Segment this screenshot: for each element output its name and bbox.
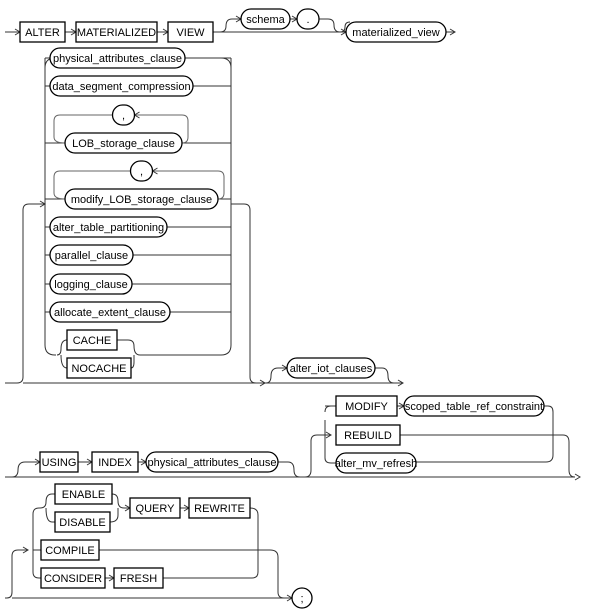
schema-node: schema bbox=[240, 8, 291, 30]
connector-line bbox=[220, 57, 232, 69]
physical-attributes-clause-node-label: physical_attributes_clause bbox=[147, 457, 276, 469]
keyword-cache: CACHE bbox=[66, 329, 118, 351]
keyword-index-label: INDEX bbox=[98, 457, 132, 469]
connector-line bbox=[324, 405, 332, 413]
connector-line bbox=[109, 508, 119, 523]
keyword-alter: ALTER bbox=[19, 21, 66, 43]
keyword-alter-label: ALTER bbox=[25, 27, 60, 39]
option-allocate-extent-clause-label: allocate_extent_clause bbox=[54, 307, 166, 319]
option-logging-clause: logging_clause bbox=[49, 273, 133, 295]
keyword-nocache-label: NOCACHE bbox=[71, 363, 126, 375]
option-physical-attributes-clause: physical_attributes_clause bbox=[49, 47, 186, 69]
option-lob-storage-clause: LOB_storage_clause bbox=[64, 132, 183, 154]
option-data-segment-compression: data_segment_compression bbox=[49, 75, 194, 97]
connector-line bbox=[117, 339, 141, 356]
connector-line bbox=[278, 461, 301, 478]
materialized-view-node-label: materialized_view bbox=[352, 27, 439, 39]
keyword-using: USING bbox=[39, 451, 79, 473]
keyword-consider-label: CONSIDER bbox=[44, 573, 102, 585]
schema-node-label: schema bbox=[246, 14, 285, 26]
dot-separator-label: . bbox=[306, 14, 309, 26]
connector-line bbox=[56, 339, 68, 356]
alter-iot-clauses-node-label: alter_iot_clauses bbox=[290, 363, 373, 375]
keyword-compile: COMPILE bbox=[40, 539, 100, 561]
comma-separator-label: , bbox=[140, 166, 143, 178]
keyword-fresh-label: FRESH bbox=[120, 573, 157, 585]
option-data-segment-compression-label: data_segment_compression bbox=[52, 81, 190, 93]
option-alter-table-partitioning-label: alter_table_partitioning bbox=[53, 222, 164, 234]
keyword-query-label: QUERY bbox=[136, 503, 176, 515]
keyword-nocache: NOCACHE bbox=[66, 357, 132, 379]
keyword-disable: DISABLE bbox=[54, 511, 111, 533]
dot-separator: . bbox=[296, 8, 320, 30]
connector-line bbox=[324, 420, 332, 464]
keyword-using-label: USING bbox=[42, 457, 77, 469]
keyword-compile-label: COMPILE bbox=[45, 545, 95, 557]
alter-iot-clauses-node: alter_iot_clauses bbox=[286, 357, 376, 379]
option-lob-storage-clause-label: LOB_storage_clause bbox=[72, 138, 175, 150]
option-parallel-clause: parallel_clause bbox=[49, 244, 134, 266]
syntax-diagram: ALTER MATERIALIZED VIEW schema . materialized… bbox=[5, 8, 581, 609]
keyword-rebuild-label: REBUILD bbox=[344, 430, 392, 442]
keyword-view: VIEW bbox=[167, 21, 214, 43]
keyword-rebuild: REBUILD bbox=[335, 424, 401, 446]
keyword-rewrite-label: REWRITE bbox=[194, 503, 245, 515]
keyword-enable: ENABLE bbox=[54, 483, 113, 505]
scoped-table-ref-constraint-node-label: scoped_table_ref_constraint bbox=[405, 401, 543, 413]
keyword-modify-label: MODIFY bbox=[345, 401, 388, 413]
keyword-rewrite: REWRITE bbox=[188, 497, 251, 519]
keyword-materialized: MATERIALIZED bbox=[75, 21, 158, 43]
connector-line bbox=[231, 203, 265, 384]
option-parallel-clause-label: parallel_clause bbox=[55, 250, 128, 262]
comma-separator: , bbox=[111, 104, 136, 126]
option-physical-attributes-clause-label: physical_attributes_clause bbox=[53, 53, 182, 65]
connector-line bbox=[400, 434, 576, 478]
option-allocate-extent-clause: allocate_extent_clause bbox=[49, 301, 171, 323]
option-alter-table-partitioning: alter_table_partitioning bbox=[49, 216, 168, 238]
connector-line bbox=[45, 507, 55, 523]
keyword-index: INDEX bbox=[91, 451, 139, 473]
physical-attributes-clause-node: physical_attributes_clause bbox=[145, 451, 279, 473]
keyword-disable-label: DISABLE bbox=[59, 517, 105, 529]
semicolon-terminator: ; bbox=[291, 587, 313, 609]
connector-line bbox=[60, 354, 68, 369]
keyword-view-label: VIEW bbox=[176, 27, 205, 39]
arrow-icon bbox=[574, 473, 581, 481]
connector-line bbox=[39, 493, 55, 509]
keyword-enable-label: ENABLE bbox=[62, 489, 105, 501]
keyword-cache-label: CACHE bbox=[73, 335, 112, 347]
keyword-consider: CONSIDER bbox=[40, 567, 106, 589]
alter-mv-refresh-node: alter_mv_refresh bbox=[335, 452, 418, 474]
connector-line bbox=[32, 514, 41, 579]
materialized-view-node: materialized_view bbox=[345, 21, 447, 43]
connector-line bbox=[5, 203, 45, 384]
keyword-query: QUERY bbox=[129, 497, 181, 519]
option-modify-lob-storage-clause-label: modify_LOB_storage_clause bbox=[71, 194, 212, 206]
semicolon-terminator-label: ; bbox=[300, 593, 303, 605]
keyword-fresh: FRESH bbox=[113, 567, 164, 589]
comma-separator-label: , bbox=[122, 110, 125, 122]
scoped-table-ref-constraint-node: scoped_table_ref_constraint bbox=[403, 395, 545, 417]
comma-separator: , bbox=[129, 160, 154, 182]
option-modify-lob-storage-clause: modify_LOB_storage_clause bbox=[64, 188, 219, 210]
connector-line bbox=[32, 507, 40, 515]
connector-line bbox=[304, 434, 331, 478]
keyword-materialized-label: MATERIALIZED bbox=[77, 27, 156, 39]
alter-mv-refresh-node-label: alter_mv_refresh bbox=[335, 458, 418, 470]
keyword-modify: MODIFY bbox=[335, 395, 398, 417]
syntax-nodes: ALTER MATERIALIZED VIEW schema . materialized… bbox=[19, 8, 545, 609]
option-logging-clause-label: logging_clause bbox=[54, 279, 127, 291]
connector-line bbox=[5, 549, 28, 599]
